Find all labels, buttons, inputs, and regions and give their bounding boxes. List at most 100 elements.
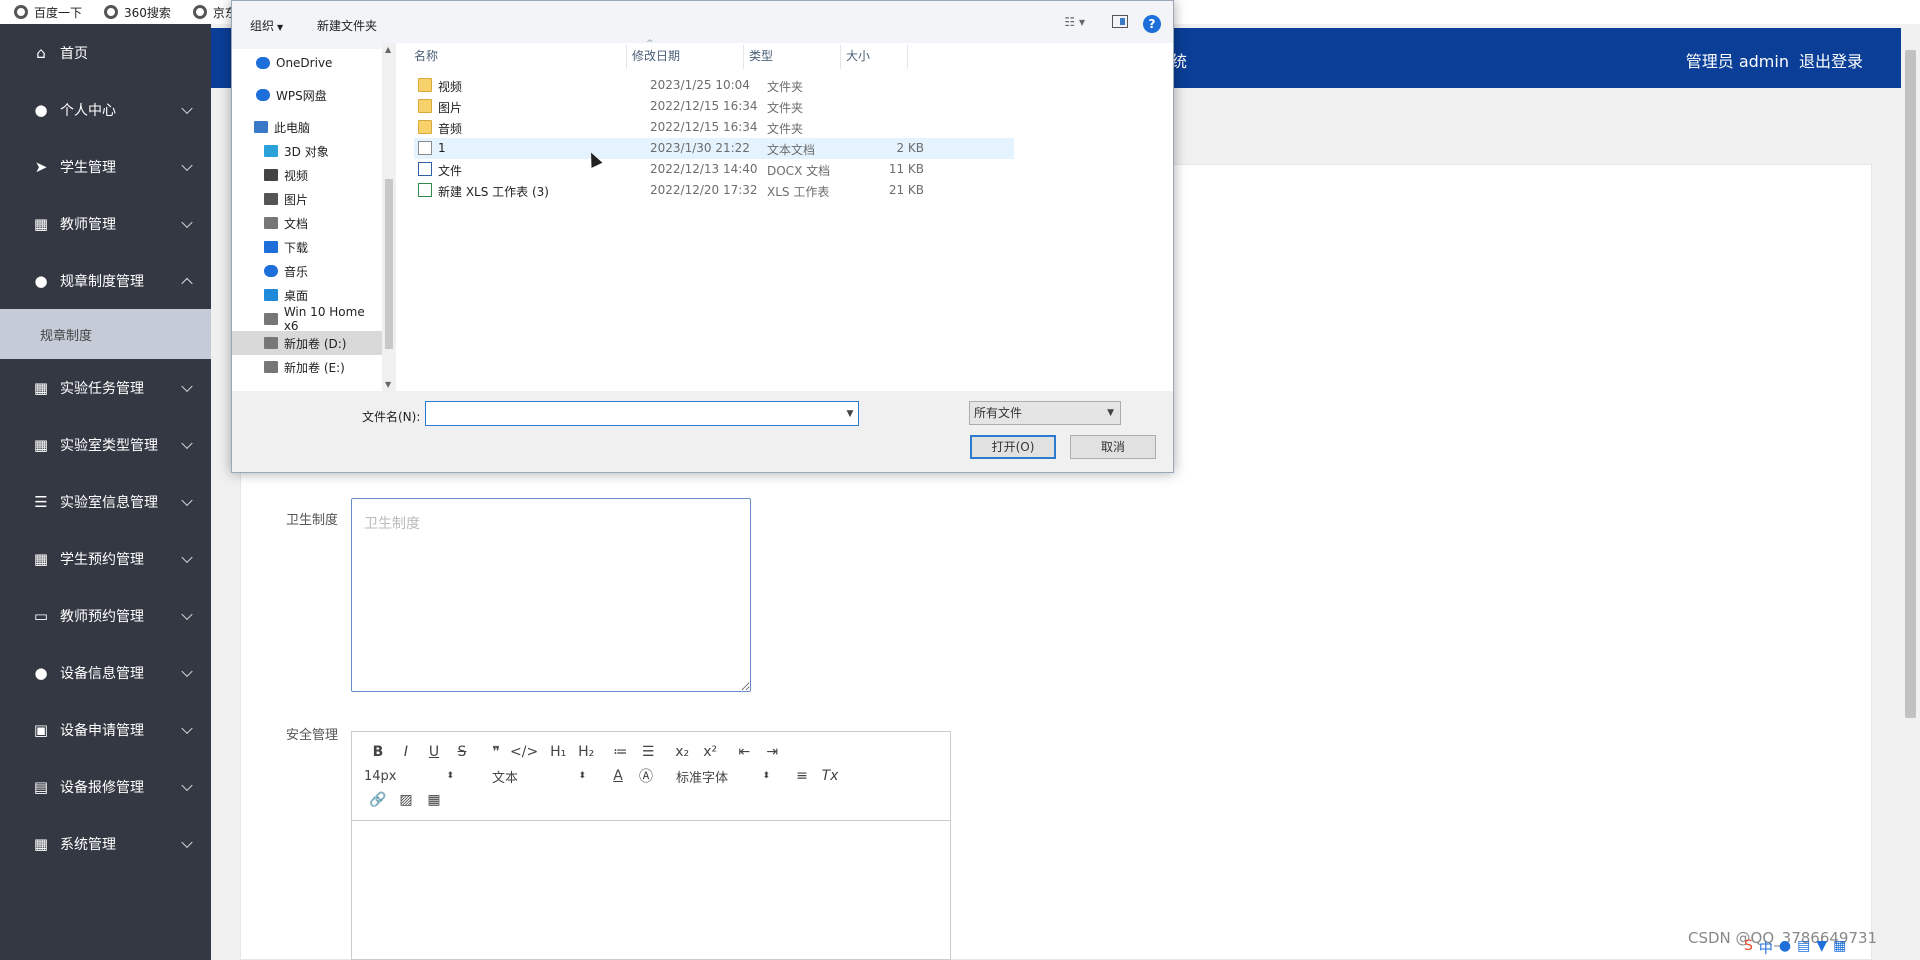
subscript-button[interactable]: x₂: [668, 741, 696, 763]
superscript-button[interactable]: x²: [696, 741, 724, 763]
keyboard-icon[interactable]: ▤: [1797, 938, 1810, 958]
organize-button[interactable]: 组织 ▼: [250, 17, 283, 34]
file-name: 新建 XLS 工作表 (3): [438, 185, 549, 199]
file-row[interactable]: 音频 2022/12/15 16:34 文件夹: [414, 117, 1014, 138]
nav-item[interactable]: 文档: [232, 211, 382, 235]
sidebar-item[interactable]: ● 个人中心: [0, 81, 211, 138]
skin-icon[interactable]: ▼: [1816, 938, 1827, 958]
preview-pane-icon[interactable]: [1112, 15, 1128, 28]
nav-item[interactable]: 此电脑: [232, 115, 382, 139]
sidebar-item-label: 学生预约管理: [60, 551, 144, 568]
hygiene-textarea[interactable]: [351, 498, 751, 692]
nav-item[interactable]: 音乐: [232, 259, 382, 283]
nav-item[interactable]: WPS网盘: [232, 83, 382, 107]
ordered-list-button[interactable]: ≔: [606, 741, 634, 763]
sidebar-subitem-rules[interactable]: 规章制度: [0, 309, 211, 359]
sogou-icon[interactable]: S: [1744, 938, 1753, 958]
font-family-select[interactable]: 标准字体 ⬍: [676, 765, 770, 787]
italic-button[interactable]: I: [392, 741, 420, 763]
clear-format-button[interactable]: Tx: [816, 765, 844, 787]
nav-item[interactable]: 下载: [232, 235, 382, 259]
sidebar-item[interactable]: ▦ 学生预约管理: [0, 530, 211, 587]
outdent-button[interactable]: ⇤: [730, 741, 758, 763]
file-size: 21 KB: [888, 183, 924, 197]
file-row[interactable]: 文件 2022/12/13 14:40 DOCX 文档 11 KB: [414, 159, 1014, 180]
help-icon[interactable]: ?: [1143, 15, 1161, 33]
file-row[interactable]: 新建 XLS 工作表 (3) 2022/12/20 17:32 XLS 工作表 21 …: [414, 180, 1014, 201]
page-scrollbar[interactable]: [1901, 28, 1920, 960]
file-size: 2 KB: [896, 141, 924, 155]
file-row[interactable]: 图片 2022/12/15 16:34 文件夹: [414, 96, 1014, 117]
scroll-down-icon[interactable]: ▼: [385, 380, 391, 389]
column-divider[interactable]: [743, 45, 744, 69]
blockquote-button[interactable]: ❞: [482, 741, 510, 763]
safety-label: 安全管理: [286, 728, 339, 743]
nav-item[interactable]: OneDrive: [232, 51, 382, 75]
toolbox-icon[interactable]: ▦: [1833, 938, 1846, 958]
nav-item[interactable]: 新加卷 (D:): [232, 331, 382, 355]
view-options-icon[interactable]: ☷ ▾: [1064, 15, 1085, 29]
video-icon[interactable]: ▦: [420, 789, 448, 811]
chevron-down-icon: [181, 216, 193, 228]
font-color-button[interactable]: A: [604, 765, 632, 787]
chevron-down-icon: [181, 102, 193, 114]
sidebar-item[interactable]: ▦ 教师管理: [0, 195, 211, 252]
column-size[interactable]: 大小: [846, 47, 870, 64]
font-size-select[interactable]: 14px ⬍: [364, 765, 454, 787]
align-button[interactable]: ≡: [788, 765, 816, 787]
bold-button[interactable]: B: [364, 741, 392, 763]
mic-icon[interactable]: ●: [1779, 938, 1791, 958]
chevron-down-icon[interactable]: ▼: [841, 401, 859, 426]
code-button[interactable]: </>: [510, 741, 538, 763]
sidebar-item[interactable]: ▦ 实验任务管理: [0, 359, 211, 416]
scroll-up-icon[interactable]: ▲: [385, 45, 391, 54]
chinese-mode-icon[interactable]: 中: [1759, 938, 1773, 958]
strikethrough-button[interactable]: S: [448, 741, 476, 763]
filename-input[interactable]: [425, 401, 859, 426]
sidebar-item[interactable]: ▭ 教师预约管理: [0, 587, 211, 644]
editor-content-area[interactable]: [352, 821, 950, 959]
background-color-button[interactable]: Ⓐ: [632, 765, 660, 787]
nav-scrollbar[interactable]: ▲ ▼: [382, 43, 396, 391]
scrollbar-thumb[interactable]: [1905, 50, 1916, 718]
link-icon[interactable]: 🔗: [364, 789, 392, 811]
sidebar-item[interactable]: ▣ 设备申请管理: [0, 701, 211, 758]
nav-item[interactable]: 3D 对象: [232, 139, 382, 163]
heading2-button[interactable]: H₂: [572, 741, 600, 763]
new-folder-button[interactable]: 新建文件夹: [317, 17, 377, 34]
column-name[interactable]: 名称: [414, 47, 438, 64]
image-icon[interactable]: ▨: [392, 789, 420, 811]
block-format-select[interactable]: 文本 ⬍: [492, 765, 586, 787]
bookmark-360[interactable]: 360搜索: [104, 4, 171, 21]
open-button[interactable]: 打开(O): [970, 435, 1056, 459]
indent-button[interactable]: ⇥: [758, 741, 786, 763]
underline-button[interactable]: U: [420, 741, 448, 763]
sidebar-item[interactable]: ● 设备信息管理: [0, 644, 211, 701]
sidebar-item[interactable]: ☰ 实验室信息管理: [0, 473, 211, 530]
bullet-list-button[interactable]: ☰: [634, 741, 662, 763]
nav-scroll-thumb[interactable]: [385, 179, 393, 349]
logout-link[interactable]: 退出登录: [1799, 48, 1863, 72]
file-row[interactable]: 1 2023/1/30 21:22 文本文档 2 KB: [414, 138, 1014, 159]
column-divider[interactable]: [840, 45, 841, 69]
sidebar-item[interactable]: ▦ 系统管理: [0, 815, 211, 872]
nav-item[interactable]: 图片: [232, 187, 382, 211]
column-divider[interactable]: [907, 45, 908, 69]
column-date[interactable]: 修改日期: [632, 47, 680, 64]
nav-item[interactable]: Win 10 Home x6: [232, 305, 382, 333]
nav-item[interactable]: 视频: [232, 163, 382, 187]
column-type[interactable]: 类型: [749, 47, 773, 64]
nav-item[interactable]: 桌面: [232, 283, 382, 307]
heading1-button[interactable]: H₁: [544, 741, 572, 763]
column-divider[interactable]: [626, 45, 627, 69]
bookmark-baidu[interactable]: 百度一下: [14, 4, 82, 21]
sidebar-item[interactable]: ⌂ 首页: [0, 24, 211, 81]
cancel-button[interactable]: 取消: [1070, 435, 1156, 459]
sidebar-item[interactable]: ➤ 学生管理: [0, 138, 211, 195]
sidebar-item[interactable]: ▤ 设备报修管理: [0, 758, 211, 815]
file-row[interactable]: 视频 2023/1/25 10:04 文件夹: [414, 75, 1014, 96]
sidebar-item[interactable]: ▦ 实验室类型管理: [0, 416, 211, 473]
nav-item[interactable]: 新加卷 (E:): [232, 355, 382, 379]
sidebar-item[interactable]: ● 规章制度管理: [0, 252, 211, 309]
file-type-select[interactable]: 所有文件 ▼: [969, 401, 1121, 425]
